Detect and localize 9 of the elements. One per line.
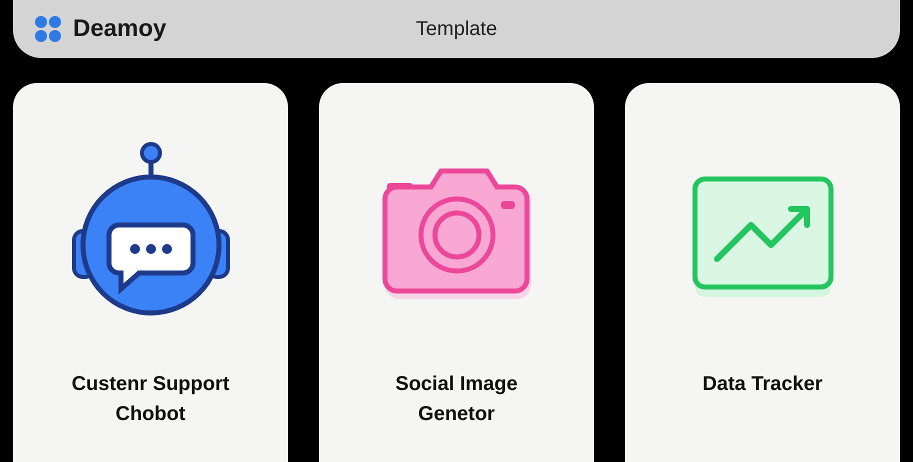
card-title: Social Image Genetor [394,372,519,427]
template-card[interactable]: Custenr Support Chobot [13,83,288,462]
template-card[interactable]: Social Image Genetor [319,83,594,462]
card-title: Data Tracker [701,372,824,397]
logo-icon [33,14,63,44]
template-card[interactable]: Data Tracker [625,83,900,462]
card-title: Custenr Support Chobot [70,372,230,427]
page-title: Template [416,18,498,40]
brand-name: Deamoy [73,15,166,43]
